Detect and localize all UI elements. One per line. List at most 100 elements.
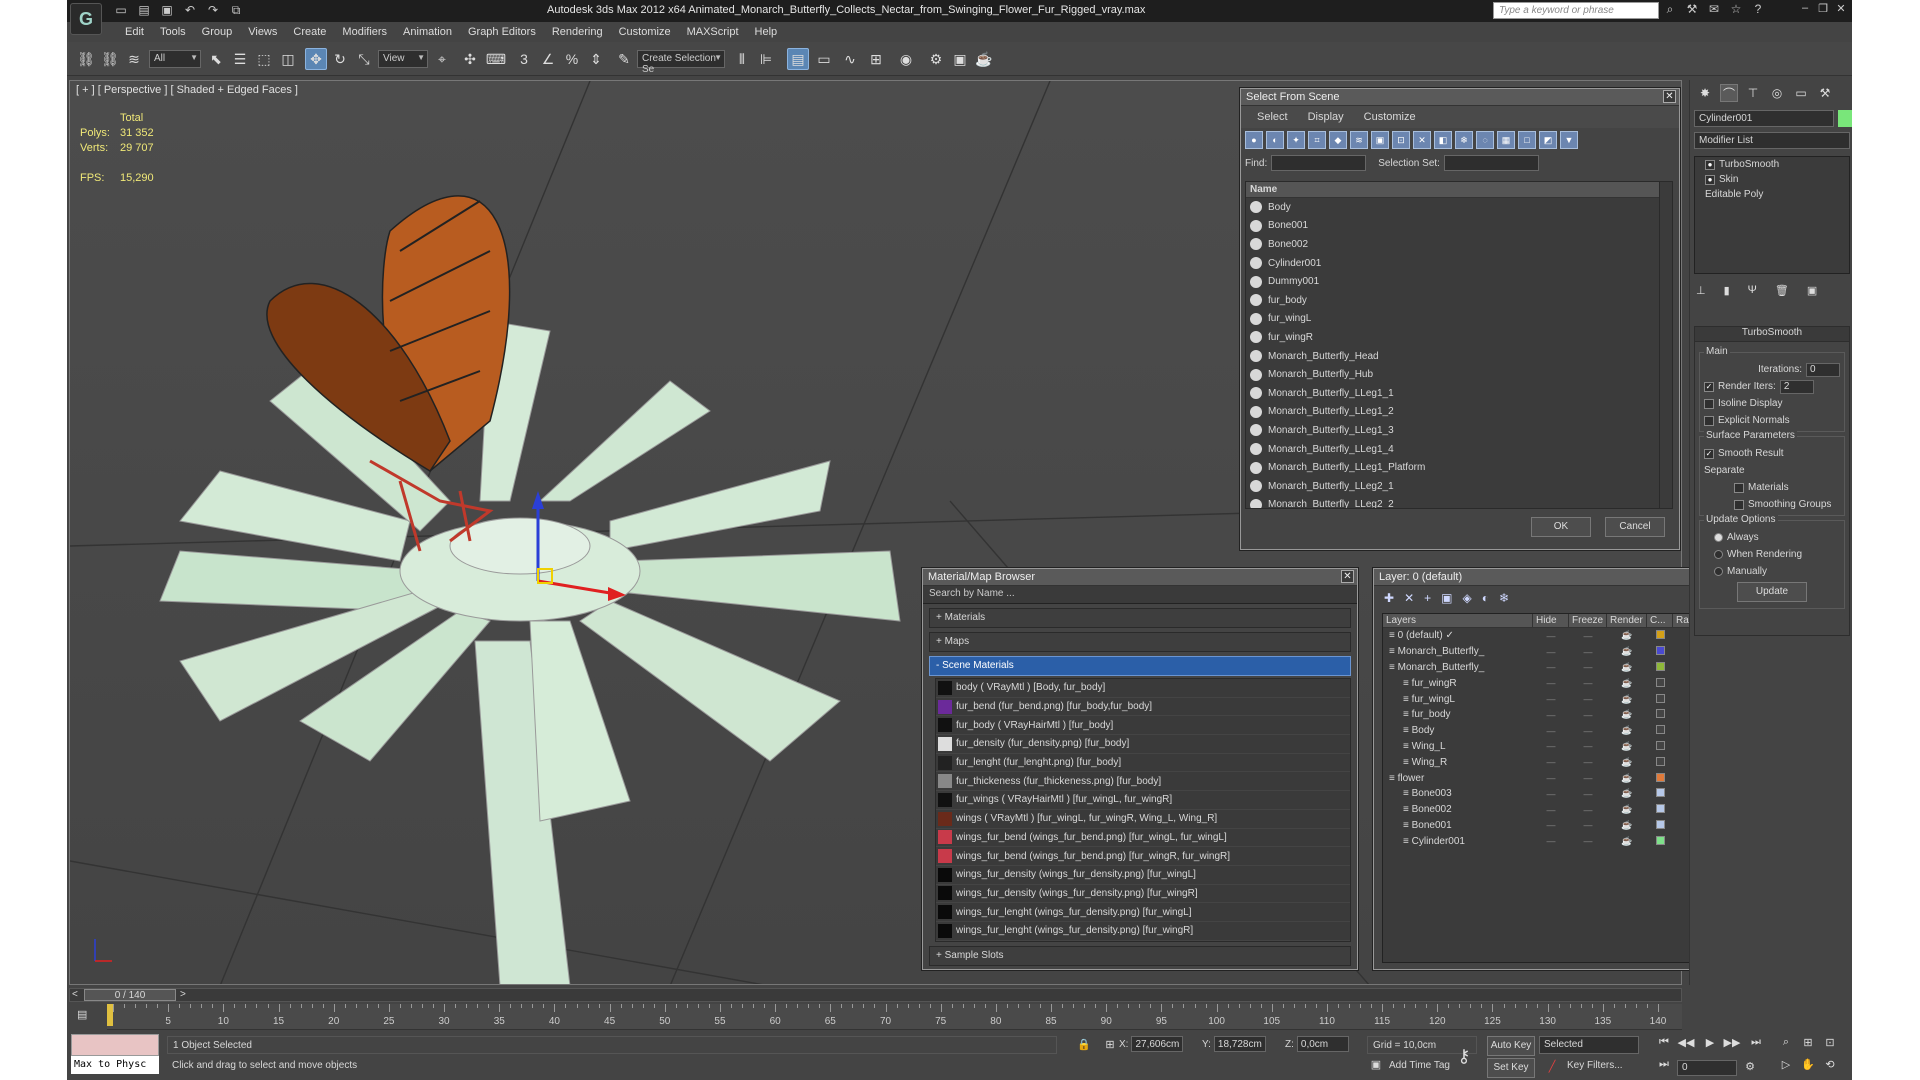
hide-toggle[interactable]: — bbox=[1533, 741, 1569, 751]
ok-button[interactable]: OK bbox=[1531, 517, 1591, 537]
hierarchy-tab-icon[interactable]: ⊤ bbox=[1744, 84, 1762, 102]
material-item[interactable]: fur_bend (fur_bend.png) [fur_body,fur_bo… bbox=[936, 698, 1350, 717]
scene-object-row[interactable]: Monarch_Butterfly_LLeg1_1 bbox=[1246, 384, 1659, 403]
select-all-icon[interactable]: ▦ bbox=[1497, 131, 1515, 149]
layer-row[interactable]: ≡ Wing_R ——☕♦ bbox=[1383, 754, 1733, 770]
layer-manager-icon[interactable]: ▤ bbox=[787, 48, 809, 70]
hide-toggle[interactable]: — bbox=[1533, 647, 1569, 657]
stack-item-turbosmooth[interactable]: ● TurboSmooth bbox=[1695, 157, 1849, 172]
time-config-icon[interactable]: ⚙ bbox=[1741, 1060, 1759, 1076]
display-tab-icon[interactable]: ▭ bbox=[1792, 84, 1810, 102]
col-render[interactable]: Render bbox=[1607, 614, 1647, 627]
material-item[interactable]: wings ( VRayMtl ) [fur_wingL, fur_wingR,… bbox=[936, 810, 1350, 829]
render-toggle[interactable]: ☕ bbox=[1607, 757, 1647, 768]
layer-row[interactable]: ≡ Body ——☕♦ bbox=[1383, 723, 1733, 739]
delete-layer-icon[interactable]: ✕ bbox=[1404, 591, 1414, 605]
scene-object-row[interactable]: Monarch_Butterfly_LLeg2_1 bbox=[1246, 477, 1659, 496]
time-slider-thumb[interactable]: 0 / 140 bbox=[84, 989, 176, 1001]
update-button[interactable]: Update bbox=[1737, 582, 1807, 602]
hide-toggle[interactable]: — bbox=[1533, 710, 1569, 720]
render-toggle[interactable]: ☕ bbox=[1607, 725, 1647, 736]
modifier-list-dropdown[interactable]: Modifier List bbox=[1694, 132, 1850, 149]
layer-row[interactable]: ≡ fur_wingL ——☕♦ bbox=[1383, 691, 1733, 707]
smoothing-groups-checkbox[interactable] bbox=[1734, 499, 1744, 510]
layer-row[interactable]: ≡ 0 (default) ✓——☕♦ bbox=[1383, 628, 1733, 644]
hide-toggle[interactable]: — bbox=[1533, 631, 1569, 641]
render-toggle[interactable]: ☕ bbox=[1607, 630, 1647, 641]
freeze-toggle[interactable]: — bbox=[1569, 694, 1607, 704]
time-tag-icon[interactable]: ▣ bbox=[1367, 1058, 1385, 1074]
modify-tab-icon[interactable]: ⌒ bbox=[1720, 84, 1738, 102]
selection-set-dropdown[interactable] bbox=[1443, 155, 1539, 171]
scene-object-row[interactable]: Monarch_Butterfly_LLeg1_Platform bbox=[1246, 458, 1659, 477]
restore-icon[interactable]: ❐ bbox=[1816, 2, 1830, 16]
lock-icon[interactable]: 🔒 bbox=[1075, 1038, 1093, 1054]
layer-row[interactable]: ≡ Bone003 ——☕♦ bbox=[1383, 786, 1733, 802]
layer-color-swatch[interactable] bbox=[1647, 772, 1673, 784]
layer-color-swatch[interactable] bbox=[1647, 677, 1673, 689]
binoculars-icon[interactable]: ⌕ bbox=[1663, 2, 1677, 18]
scene-object-row[interactable]: Monarch_Butterfly_LLeg1_2 bbox=[1246, 403, 1659, 422]
hide-toggle[interactable]: — bbox=[1533, 789, 1569, 799]
layer-color-swatch[interactable] bbox=[1647, 693, 1673, 705]
select-object-icon[interactable]: ⬉ bbox=[205, 48, 227, 70]
layer-color-swatch[interactable] bbox=[1647, 804, 1673, 815]
scene-object-row[interactable]: Monarch_Butterfly_LLeg1_3 bbox=[1246, 421, 1659, 440]
layer-color-swatch[interactable] bbox=[1647, 740, 1673, 752]
freeze-toggle[interactable]: — bbox=[1569, 773, 1607, 783]
smooth-result-checkbox[interactable]: ✓ bbox=[1704, 448, 1714, 459]
pan-icon[interactable]: ✋ bbox=[1799, 1058, 1817, 1074]
geometry-filter-icon[interactable]: ● bbox=[1245, 131, 1263, 149]
viewport-label[interactable]: [ + ] [ Perspective ] [ Shaded + Edged F… bbox=[76, 84, 298, 96]
select-scale-icon[interactable]: ⤡ bbox=[353, 48, 375, 70]
menu-customize[interactable]: Customize bbox=[611, 26, 679, 38]
lights-filter-icon[interactable]: ✦ bbox=[1287, 131, 1305, 149]
material-item[interactable]: wings_fur_density (wings_fur_density.png… bbox=[936, 866, 1350, 885]
layer-color-swatch[interactable] bbox=[1647, 819, 1673, 831]
configure-sets-icon[interactable]: ▣ bbox=[1807, 284, 1817, 297]
layer-row[interactable]: ≡ fur_body ——☕♦ bbox=[1383, 707, 1733, 723]
angle-snap-icon[interactable]: ∠ bbox=[537, 48, 559, 70]
scene-object-row[interactable]: Bone002 bbox=[1246, 235, 1659, 254]
menu-edit[interactable]: Edit bbox=[117, 26, 152, 38]
freeze-all-icon[interactable]: ❄ bbox=[1499, 591, 1509, 605]
hide-toggle[interactable]: — bbox=[1533, 805, 1569, 815]
render-toggle[interactable]: ☕ bbox=[1607, 836, 1647, 847]
layer-color-swatch[interactable] bbox=[1647, 788, 1673, 799]
go-to-end-icon[interactable]: ⏭ bbox=[1747, 1036, 1765, 1052]
menu-select[interactable]: Select bbox=[1247, 111, 1298, 123]
close-icon[interactable]: ✕ bbox=[1663, 90, 1676, 103]
make-unique-icon[interactable]: Ψ bbox=[1748, 284, 1757, 297]
schematic-view-icon[interactable]: ⊞ bbox=[865, 48, 887, 70]
keyboard-shortcut-icon[interactable]: ⌨ bbox=[485, 48, 507, 70]
key-mode-dropdown[interactable]: Selected bbox=[1539, 1036, 1639, 1054]
layer-color-swatch[interactable] bbox=[1647, 725, 1673, 736]
layer-row[interactable]: ≡ Cylinder001 ——☕♦ bbox=[1383, 833, 1733, 849]
object-name-field[interactable]: Cylinder001 bbox=[1694, 110, 1834, 127]
render-toggle[interactable]: ☕ bbox=[1607, 741, 1647, 752]
render-toggle[interactable]: ☕ bbox=[1607, 804, 1647, 815]
key-mode-toggle-icon[interactable]: ⏭ bbox=[1655, 1058, 1673, 1074]
curve-editor-icon[interactable]: ∿ bbox=[839, 48, 861, 70]
maxscript-input[interactable]: Max to Physc bbox=[71, 1056, 159, 1074]
render-toggle[interactable]: ☕ bbox=[1607, 678, 1647, 689]
select-move-icon[interactable]: ✥ bbox=[305, 48, 327, 70]
scene-object-row[interactable]: Monarch_Butterfly_LLeg1_4 bbox=[1246, 440, 1659, 459]
layer-color-swatch[interactable] bbox=[1647, 835, 1673, 847]
freeze-toggle[interactable]: — bbox=[1569, 805, 1607, 815]
freeze-toggle[interactable]: — bbox=[1569, 820, 1607, 830]
prev-key-icon[interactable]: ◀◀ bbox=[1677, 1036, 1695, 1052]
zoom-all-icon[interactable]: ⊞ bbox=[1799, 1036, 1817, 1052]
isoline-checkbox[interactable] bbox=[1704, 398, 1714, 409]
utilities-tab-icon[interactable]: ⚒ bbox=[1816, 84, 1834, 102]
layer-color-swatch[interactable] bbox=[1647, 709, 1673, 720]
material-item[interactable]: wings_fur_lenght (wings_fur_density.png)… bbox=[936, 922, 1350, 941]
cancel-button[interactable]: Cancel bbox=[1605, 517, 1665, 537]
communication-icon[interactable]: ✉ bbox=[1707, 2, 1721, 18]
materials-section[interactable]: + Materials bbox=[929, 608, 1351, 628]
layer-color-swatch[interactable] bbox=[1647, 661, 1673, 673]
play-icon[interactable]: ▶ bbox=[1701, 1036, 1719, 1052]
zoom-extents-icon[interactable]: ⊡ bbox=[1821, 1036, 1839, 1052]
render-setup-icon[interactable]: ⚙ bbox=[925, 48, 947, 70]
add-to-layer-icon[interactable]: + bbox=[1424, 591, 1431, 605]
